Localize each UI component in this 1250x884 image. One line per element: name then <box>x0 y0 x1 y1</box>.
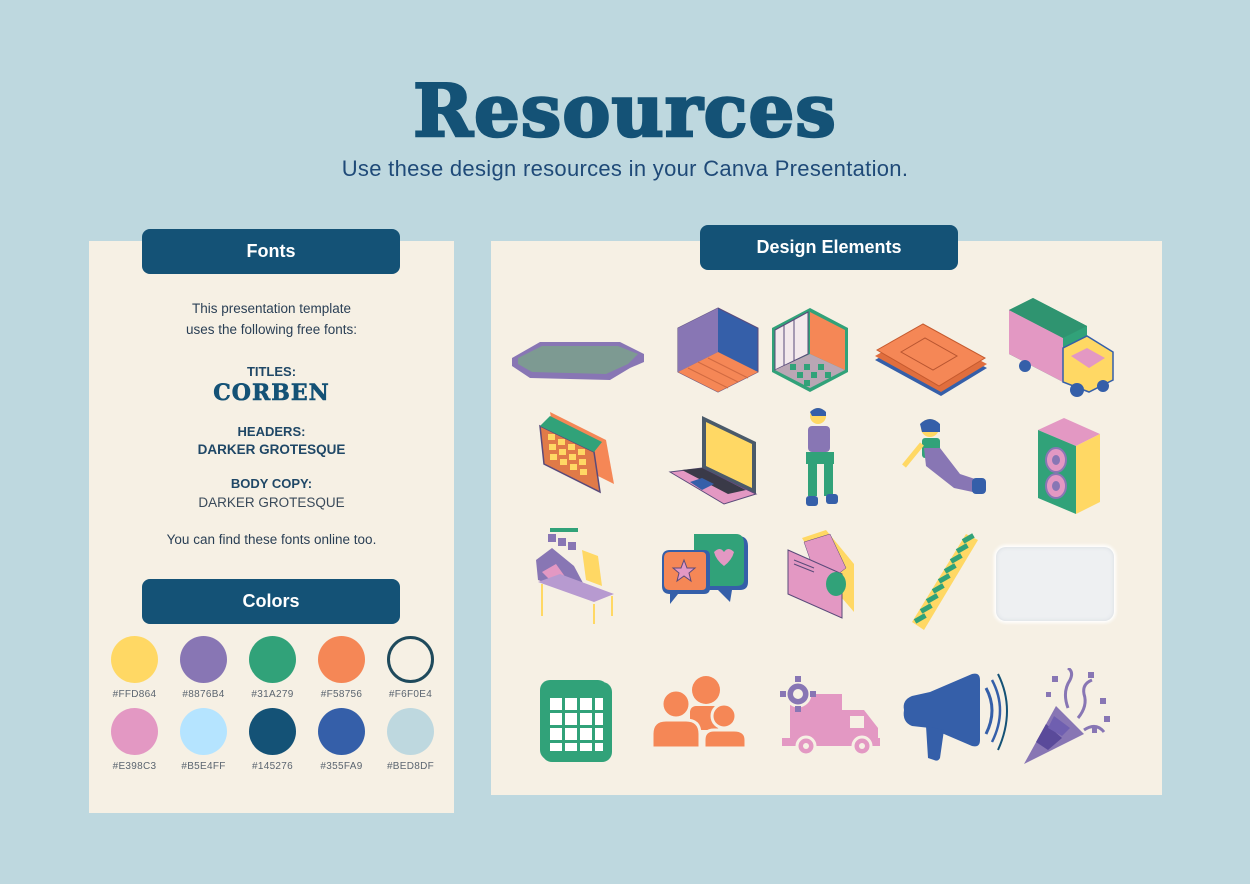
sitting-person-icon[interactable] <box>898 414 992 500</box>
color-dot[interactable] <box>387 636 434 683</box>
color-hex-label: #31A279 <box>251 689 294 700</box>
color-swatch: #31A279 <box>238 636 307 700</box>
color-swatch: #145276 <box>238 708 307 772</box>
color-swatch: #FFD864 <box>100 636 169 700</box>
blank-frame-icon[interactable] <box>996 547 1114 621</box>
fonts-footer: You can find these fonts online too. <box>166 532 377 547</box>
color-hex-label: #BED8DF <box>386 761 435 772</box>
color-hex-label: #8876B4 <box>182 689 225 700</box>
color-swatches: #FFD864 #8876B4 #31A279 #F58756 #F6F0E4 #E398… <box>100 636 445 772</box>
color-hex-label: #355FA9 <box>320 761 363 772</box>
megaphone-icon[interactable] <box>900 670 1012 762</box>
color-swatch: #8876B4 <box>169 636 238 700</box>
blueprint-papers-icon[interactable] <box>873 320 989 400</box>
headers-label: HEADERS: <box>237 424 306 439</box>
titles-label: TITLES: <box>246 364 297 379</box>
body-font: DARKER GROTESQUE <box>198 495 345 510</box>
color-dot[interactable] <box>111 708 158 755</box>
party-popper-icon[interactable] <box>1022 668 1118 766</box>
isometric-room-tiles-icon[interactable] <box>770 306 850 394</box>
headers-font: DARKER GROTESQUE <box>197 442 346 457</box>
page-title: Resources <box>412 67 837 155</box>
color-hex-label: #145276 <box>251 761 294 772</box>
color-hex-label: #F58756 <box>320 689 363 700</box>
color-dot[interactable] <box>249 708 296 755</box>
fonts-intro-line2: uses the following free fonts: <box>185 322 358 337</box>
color-swatch: #355FA9 <box>307 708 376 772</box>
food-truck-icon[interactable] <box>1005 296 1117 402</box>
fonts-heading: Fonts <box>142 229 400 274</box>
staircase-icon[interactable] <box>910 532 980 632</box>
color-dot[interactable] <box>180 636 227 683</box>
color-swatch: #F6F0E4 <box>376 636 445 700</box>
colors-heading: Colors <box>142 579 400 624</box>
standing-person-icon[interactable] <box>800 406 844 510</box>
speaker-icon[interactable] <box>1036 416 1104 516</box>
delivery-truck-icon[interactable] <box>778 674 884 754</box>
color-swatch: #E398C3 <box>100 708 169 772</box>
color-dot[interactable] <box>111 636 158 683</box>
desk-calendar-icon[interactable] <box>536 408 616 494</box>
color-dot[interactable] <box>249 636 296 683</box>
color-hex-label: #B5E4FF <box>181 761 226 772</box>
octagon-platform-icon[interactable] <box>510 338 645 382</box>
color-dot[interactable] <box>387 708 434 755</box>
color-dot[interactable] <box>180 708 227 755</box>
chat-bubbles-icon[interactable] <box>660 532 750 606</box>
envelope-letter-icon[interactable] <box>786 528 858 620</box>
workstation-desk-icon[interactable] <box>532 520 618 628</box>
laptop-icon[interactable] <box>668 412 758 506</box>
isometric-room-wood-icon[interactable] <box>676 306 760 394</box>
titles-font: CORBEN <box>213 380 330 407</box>
color-hex-label: #FFD864 <box>112 689 157 700</box>
fonts-intro-line1: This presentation template <box>191 301 352 316</box>
page-subtitle: Use these design resources in your Canva… <box>341 156 909 181</box>
color-hex-label: #F6F0E4 <box>388 689 433 700</box>
design-elements-heading: Design Elements <box>700 225 958 270</box>
team-people-icon[interactable] <box>650 674 748 750</box>
calendar-grid-icon[interactable] <box>538 680 614 764</box>
body-label: BODY COPY: <box>230 476 313 491</box>
color-swatch: #F58756 <box>307 636 376 700</box>
color-hex-label: #E398C3 <box>112 761 157 772</box>
color-dot[interactable] <box>318 636 365 683</box>
color-dot[interactable] <box>318 708 365 755</box>
color-swatch: #BED8DF <box>376 708 445 772</box>
fonts-info: This presentation template uses the foll… <box>89 298 454 547</box>
color-swatch: #B5E4FF <box>169 708 238 772</box>
